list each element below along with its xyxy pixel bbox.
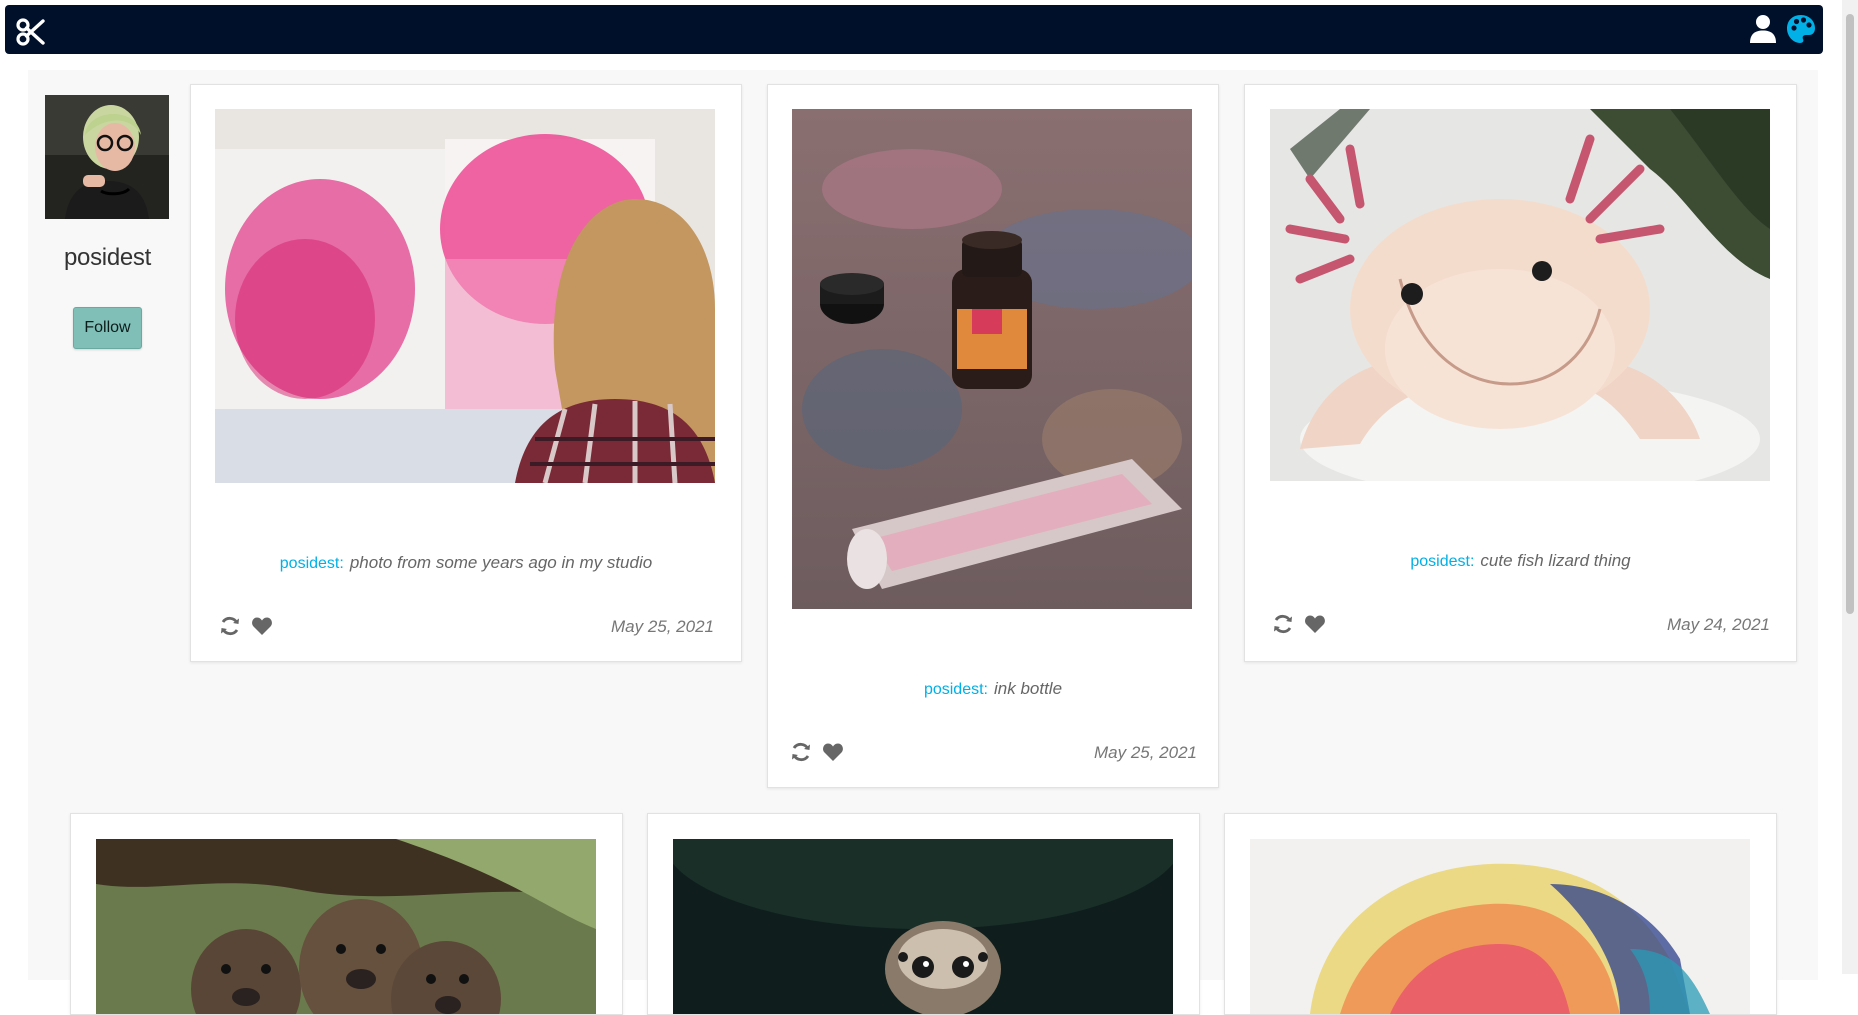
page-scrollbar[interactable] xyxy=(1842,0,1858,974)
post-caption: posidest: ink bottle xyxy=(768,679,1218,699)
post-caption-text: ink bottle xyxy=(994,679,1063,698)
post-caption: posidest: cute fish lizard thing xyxy=(1245,551,1796,571)
post-author-link[interactable]: posidest: xyxy=(924,681,988,698)
heart-icon[interactable] xyxy=(250,614,274,638)
post-date: May 24, 2021 xyxy=(1666,615,1770,634)
top-navbar xyxy=(5,5,1823,54)
post-card xyxy=(1224,813,1777,1015)
user-icon[interactable] xyxy=(1749,14,1777,44)
heart-icon[interactable] xyxy=(821,740,845,764)
post-date: May 25, 2021 xyxy=(1093,743,1197,762)
post-author-link[interactable]: posidest: xyxy=(280,555,344,572)
post-card: posidest: ink bottle May 25, 2021 xyxy=(767,84,1219,788)
post-card: posidest: photo from some years ago in my… xyxy=(190,84,742,662)
avatar[interactable] xyxy=(45,95,169,219)
post-card: posidest: cute fish lizard thing May 24, … xyxy=(1244,84,1797,662)
post-actions xyxy=(218,614,282,638)
palette-icon[interactable] xyxy=(1785,13,1817,45)
post-caption: posidest: photo from some years ago in my… xyxy=(191,553,741,573)
post-actions xyxy=(789,740,853,764)
post-actions xyxy=(1271,612,1335,636)
heart-icon[interactable] xyxy=(1303,612,1327,636)
post-date: May 25, 2021 xyxy=(610,617,714,636)
post-author-link[interactable]: posidest: xyxy=(1410,553,1474,570)
post-caption-text: cute fish lizard thing xyxy=(1480,551,1631,570)
post-image[interactable] xyxy=(215,109,715,483)
post-image[interactable] xyxy=(673,839,1173,1014)
post-card xyxy=(70,813,623,1015)
post-image[interactable] xyxy=(96,839,596,1014)
reblog-icon[interactable] xyxy=(218,614,242,638)
scissors-icon[interactable] xyxy=(15,17,45,47)
post-image[interactable] xyxy=(1250,839,1750,1014)
follow-button[interactable]: Follow xyxy=(73,307,142,349)
reblog-icon[interactable] xyxy=(1271,612,1295,636)
profile-username: posidest xyxy=(64,244,151,271)
post-image[interactable] xyxy=(1270,109,1770,481)
post-image[interactable] xyxy=(792,109,1192,609)
reblog-icon[interactable] xyxy=(789,740,813,764)
scrollbar-thumb[interactable] xyxy=(1846,14,1854,614)
post-caption-text: photo from some years ago in my studio xyxy=(349,553,653,572)
post-card xyxy=(647,813,1200,1015)
